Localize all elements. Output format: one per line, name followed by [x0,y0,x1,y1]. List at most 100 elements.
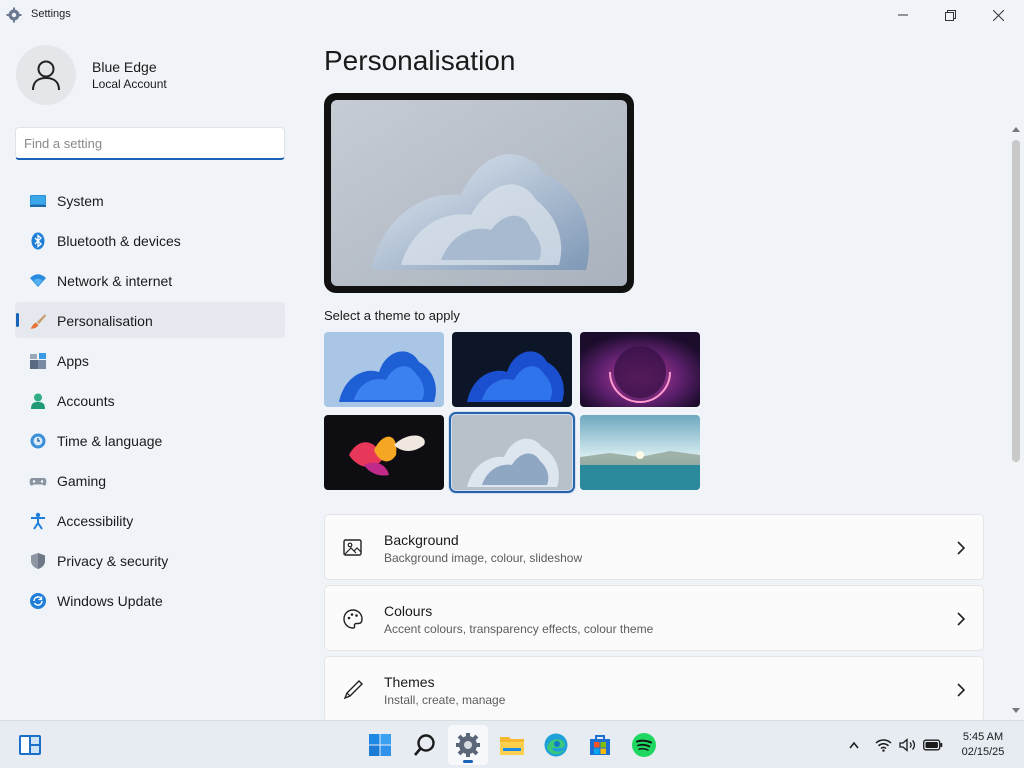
restore-icon [944,9,956,21]
taskbar-file-explorer[interactable] [492,725,532,765]
gamepad-icon [29,478,47,486]
minimize-button[interactable] [880,0,926,30]
active-indicator [16,313,19,327]
card-title: Themes [384,674,435,690]
taskbar-edge[interactable] [536,725,576,765]
brush-icon [30,314,46,329]
tray-overflow[interactable] [849,737,859,753]
battery-icon [923,739,943,751]
clock-date: 02/15/25 [961,746,1005,758]
profile-account-type: Local Account [92,77,167,91]
wifi-tray-icon [875,739,892,752]
bluetooth-icon [31,232,45,250]
tray-volume[interactable] [899,737,917,753]
sidebar-item-privacy[interactable]: Privacy & security [15,542,285,578]
sidebar-item-label: Gaming [57,473,107,489]
colours-card[interactable]: Colours Accent colours, transparency eff… [324,585,984,651]
apps-icon [30,353,46,369]
palette-icon [343,609,363,629]
close-icon [992,9,1004,21]
user-icon [32,60,60,91]
taskbar-search[interactable] [405,725,445,765]
taskbar-start[interactable] [360,725,400,765]
close-button[interactable] [975,0,1021,30]
preview-wallpaper [331,100,627,286]
avatar[interactable] [16,45,76,105]
scroll-down-icon[interactable] [1012,708,1020,714]
file-explorer-icon [500,737,524,755]
sidebar-item-personalisation[interactable]: Personalisation [15,302,285,338]
sidebar-item-label: Windows Update [57,593,163,609]
sidebar-item-system[interactable]: System [15,182,285,218]
sidebar-item-label: Network & internet [57,273,173,289]
card-subtitle: Install, create, manage [384,693,506,707]
taskbar: 5:45 AM 02/15/25 [0,720,1024,768]
sidebar-item-network[interactable]: Network & internet [15,262,285,298]
restore-button[interactable] [927,0,973,30]
scroll-up-icon[interactable] [1012,126,1020,132]
card-subtitle: Background image, colour, slideshow [384,551,583,565]
page-title: Personalisation [324,45,516,76]
minimize-icon [898,14,908,16]
sidebar-item-apps[interactable]: Apps [15,342,285,378]
sidebar-item-bluetooth[interactable]: Bluetooth & devices [15,222,285,258]
taskbar-widgets[interactable] [10,725,50,765]
sidebar-item-accounts[interactable]: Accounts [15,382,285,418]
sidebar-item-label: Accessibility [57,513,134,529]
sidebar-item-accessibility[interactable]: Accessibility [15,502,285,538]
volume-icon [899,738,916,752]
theme-tile-glow[interactable] [580,332,700,407]
tray-network[interactable] [875,737,892,753]
chevron-right-icon [957,541,966,555]
taskbar-settings[interactable] [448,725,488,765]
edge-icon [544,733,568,757]
system-icon [30,195,46,207]
theme-tile-sunrise[interactable] [449,412,575,493]
sidebar-item-label: Apps [57,353,89,369]
theme-tile-windows-dark[interactable] [452,332,572,407]
theme-tile-captured-motion[interactable] [324,415,444,490]
themes-card[interactable]: Themes Install, create, manage [324,656,984,722]
sidebar-nav: System Bluetooth & devices Network & int… [15,182,285,622]
theme-preview [324,93,634,293]
theme-tile-windows-light[interactable] [324,332,444,407]
chevron-right-icon [957,683,966,697]
start-icon [369,734,391,756]
taskbar-store[interactable] [580,725,620,765]
settings-cards: Background Background image, colour, sli… [324,514,984,727]
clock[interactable]: 5:45 AM 02/15/25 [955,730,1011,760]
window-title: Settings [31,8,71,20]
card-subtitle: Accent colours, transparency effects, co… [384,622,654,636]
sidebar-item-label: Privacy & security [57,553,169,569]
sidebar-item-windows-update[interactable]: Windows Update [15,582,285,618]
settings-icon [456,733,480,757]
card-title: Colours [384,603,433,619]
tray-battery[interactable] [923,737,943,753]
theme-tile-flow[interactable] [580,415,700,490]
spotify-icon [632,733,656,757]
taskbar-spotify[interactable] [624,725,664,765]
sidebar-item-time-language[interactable]: Time & language [15,422,285,458]
update-icon [30,593,46,609]
accessibility-icon [31,512,45,530]
person-icon [31,393,45,409]
settings-window: Blue Edge Local Account System Bluetooth… [0,30,1024,722]
chevron-right-icon [957,612,966,626]
search-icon [414,734,435,756]
search-input[interactable] [16,128,284,158]
theme-section-label: Select a theme to apply [324,308,460,323]
scrollbar[interactable] [1008,122,1024,720]
settings-gear-icon [6,7,22,23]
clock-time: 5:45 AM [962,731,1004,743]
sidebar-item-label: Time & language [57,433,163,449]
background-card[interactable]: Background Background image, colour, sli… [324,514,984,580]
shield-icon [31,553,45,569]
scrollbar-thumb[interactable] [1012,140,1020,462]
pen-icon [343,680,363,700]
sidebar-item-gaming[interactable]: Gaming [15,462,285,498]
sidebar-item-label: System [57,193,104,209]
store-icon [590,735,610,755]
globe-clock-icon [30,433,46,449]
widgets-icon [19,735,41,755]
theme-grid [324,332,702,493]
